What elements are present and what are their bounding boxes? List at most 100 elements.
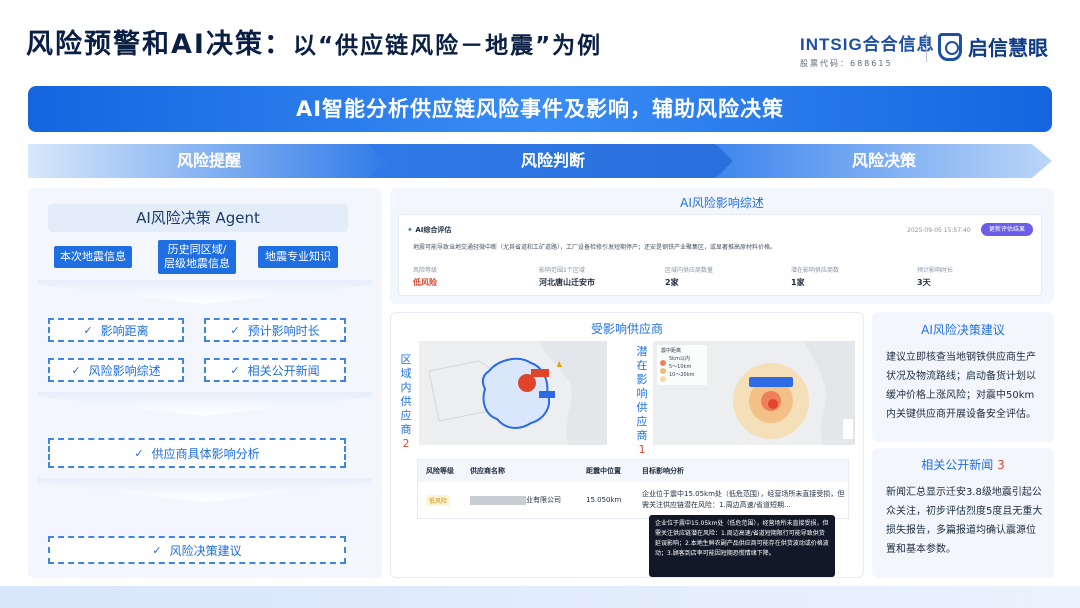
check-icon: ✓ xyxy=(83,323,93,337)
agent-title: AI风险决策 Agent xyxy=(48,204,348,232)
analysis-tooltip: 企业位于震中15.05km处（低危范围），经营场所未直接受损，但需关注供应链潜在… xyxy=(649,515,835,577)
supplier-table: 风险等级 供应商名称 距震中位置 目标影响分析 低风险 业有限公司 15.050… xyxy=(417,459,849,519)
impact-summary-heading: AI风险影响综述 xyxy=(680,196,764,210)
table-header: 风险等级 供应商名称 距震中位置 目标影响分析 xyxy=(418,460,848,482)
analysis-label: 预计影响时长 xyxy=(247,323,320,338)
source-earthquake-info: 本次地震信息 xyxy=(54,246,132,268)
analysis-label: 风险影响综述 xyxy=(88,363,161,378)
col-distance: 距震中位置 xyxy=(586,467,621,475)
metric-impact-duration: 预计影响时长 3天 xyxy=(917,265,953,288)
metric-potential-suppliers: 潜在影响供应商数 1家 xyxy=(791,265,839,288)
intsig-logo-text: INTSIG合合信息 xyxy=(800,35,935,54)
map-legend: 震中距离 5km以内 5～10km 10～20km xyxy=(661,347,695,379)
step-risk-decision: 风险决策 xyxy=(716,144,1052,178)
check-icon: ✓ xyxy=(152,543,162,557)
analysis-label: 相关公开新闻 xyxy=(247,363,320,378)
potential-supplier-map[interactable]: 震中距离 5km以内 5～10km 10～20km xyxy=(653,341,855,445)
banner-text: AI智能分析供应链风险事件及影响，辅助风险决策 xyxy=(295,97,785,121)
analysis-impact-distance: ✓ 影响距离 xyxy=(48,318,184,342)
agent-panel: AI风险决策 Agent 本次地震信息 历史同区域/层级地震信息 地震专业知识 … xyxy=(28,188,382,578)
metric-value: 河北唐山迁安市 xyxy=(539,278,595,287)
legend-title: 震中距离 xyxy=(661,348,682,354)
legend-item: 5～10km xyxy=(669,364,692,370)
col-supplier-name: 供应商名称 xyxy=(470,467,505,475)
brand-divider xyxy=(926,32,927,62)
metric-value: 1家 xyxy=(791,278,805,287)
news-count: 3 xyxy=(997,458,1005,472)
risk-decision-advice: ✓ 风险决策建议 xyxy=(48,536,346,564)
analysis-impact-duration: ✓ 预计影响时长 xyxy=(204,318,346,342)
eval-description: 地震可能导致当地交通轻微中断（尤其省道和工矿道路），工厂设备检修引发短期停产；还… xyxy=(413,244,777,251)
eval-timestamp: 2025-09-05 15:57:40 xyxy=(907,227,971,234)
news-heading: 相关公开新闻 3 xyxy=(872,456,1054,473)
title-main: 风险预警和AI决策： xyxy=(26,29,293,60)
flow-chevron xyxy=(38,478,372,502)
check-icon: ✓ xyxy=(134,446,144,460)
advice-body: 建议立即核查当地钢铁供应商生产状况及物流路线；启动备货计划以缓冲价格上涨风险；对… xyxy=(886,352,1036,420)
flow-chevron xyxy=(38,280,372,304)
news-heading-text: 相关公开新闻 xyxy=(921,458,994,472)
qixin-logo-text: 启信慧眼 xyxy=(968,36,1048,60)
col-risk-level: 风险等级 xyxy=(426,467,454,475)
footer-bar xyxy=(0,586,1080,608)
metric-value: 3天 xyxy=(917,278,931,287)
check-icon: ✓ xyxy=(230,323,240,337)
analysis-label: 供应商具体影响分析 xyxy=(151,446,260,461)
impact-summary-panel: AI风险影响综述 ✦ AI综合评估 2025-09-05 15:57:40 更新… xyxy=(390,188,1054,304)
news-body: 新闻汇总显示迁安3.8级地震引起公众关注，初步评估烈度5度且无重大损失报告，多篇… xyxy=(886,487,1043,555)
slide-title: 风险预警和AI决策：以“供应链风险－地震”为例 xyxy=(26,22,602,61)
regional-suppliers-label: 区域内供应商 2 xyxy=(399,353,413,451)
analysis-public-news: ✓ 相关公开新闻 xyxy=(204,358,346,382)
step-risk-alert: 风险提醒 xyxy=(28,144,390,178)
process-steps: 风险提醒 风险判断 风险决策 xyxy=(28,144,1052,178)
decision-advice-card: AI风险决策建议 建议立即核查当地钢铁供应商生产状况及物流路线；启动备货计划以缓… xyxy=(872,312,1054,442)
metric-value: 低风险 xyxy=(413,278,437,287)
flow-chevron xyxy=(38,392,372,416)
intsig-brand: INTSIG合合信息 股票代码：688615 xyxy=(800,30,935,69)
analysis-label: 影响距离 xyxy=(100,323,149,338)
ai-evaluation-card: ✦ AI综合评估 2025-09-05 15:57:40 更新评估结果 地震可能… xyxy=(398,214,1042,296)
vlabel-text: 区域内供应商 xyxy=(400,353,412,436)
metric-label: 影响范围1个区域 xyxy=(539,267,585,274)
analysis-text: 企业位于震中15.05km处（低危范围），经营场所未直接受损，但需关注供应链潜在… xyxy=(642,490,845,509)
col-impact-analysis: 目标影响分析 xyxy=(642,466,684,475)
banner: AI智能分析供应链风险事件及影响，辅助风险决策 xyxy=(28,86,1052,132)
analysis-risk-summary: ✓ 风险影响综述 xyxy=(48,358,184,382)
source-expert-knowledge: 地震专业知识 xyxy=(258,246,338,268)
source-history-earthquakes: 历史同区域/层级地震信息 xyxy=(158,240,236,274)
eval-title: ✦ AI综合评估 xyxy=(407,225,451,235)
check-icon: ✓ xyxy=(230,363,240,377)
step-risk-judgement: 风险判断 xyxy=(368,144,738,178)
stock-code: 股票代码：688615 xyxy=(800,59,893,68)
check-icon: ✓ xyxy=(71,363,81,377)
metric-impact-region: 影响范围1个区域 河北唐山迁安市 xyxy=(539,265,595,288)
legend-item: 5km以内 xyxy=(669,356,690,362)
affected-suppliers-heading: 受影响供应商 xyxy=(590,322,663,336)
regional-supplier-map[interactable] xyxy=(419,341,607,445)
pin-icon: ✦ xyxy=(407,226,413,234)
metric-label: 潜在影响供应商数 xyxy=(791,267,840,274)
redacted-name xyxy=(470,495,526,505)
table-row[interactable]: 低风险 业有限公司 15.050km 企业位于震中15.05km处（低危范围），… xyxy=(418,482,848,518)
advice-heading: AI风险决策建议 xyxy=(921,323,1005,337)
potential-suppliers-label: 潜在影响供应商 1 xyxy=(635,345,649,457)
qixin-logo-icon xyxy=(938,32,962,61)
metric-supplier-count: 区域内供应商数量 2家 xyxy=(665,265,713,288)
metric-label: 风险等级 xyxy=(413,267,438,274)
metric-value: 2家 xyxy=(665,278,679,287)
qixin-brand: 启信慧眼 xyxy=(938,32,1048,61)
legend-item: 10～20km xyxy=(669,372,695,378)
distance-value: 15.050km xyxy=(586,496,622,504)
supplier-impact-analysis: ✓ 供应商具体影响分析 xyxy=(48,438,346,468)
affected-suppliers-panel: 受影响供应商 区域内供应商 2 潜在影响供应商 1 震中距离 5km以内 5～1… xyxy=(390,312,864,578)
re-evaluate-button[interactable]: 更新评估结果 xyxy=(981,223,1033,236)
metric-label: 预计影响时长 xyxy=(917,267,954,274)
title-sub: 以“供应链风险－地震”为例 xyxy=(292,33,603,59)
metric-risk-level: 风险等级 低风险 xyxy=(413,265,437,288)
vlabel-count: 1 xyxy=(638,443,646,456)
vlabel-text: 潜在影响供应商 xyxy=(636,345,648,442)
vlabel-count: 2 xyxy=(402,437,410,450)
metric-label: 区域内供应商数量 xyxy=(665,267,714,274)
risk-badge: 低风险 xyxy=(426,494,451,506)
supplier-name: 业有限公司 xyxy=(526,496,561,504)
